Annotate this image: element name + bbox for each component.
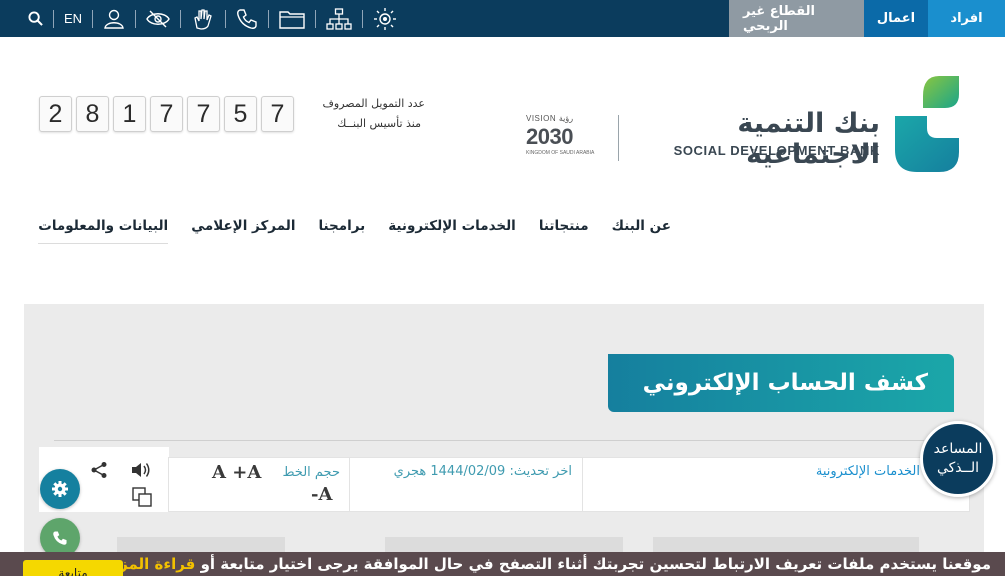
audience-segments: افراد اعمال القطاع غير الربحي <box>729 0 1005 37</box>
user-icon[interactable] <box>93 0 135 37</box>
vision-2030-logo: VISION رؤية 2030 KINGDOM OF SAUDI ARABIA <box>526 114 596 164</box>
assistant-label: الــذكي <box>936 460 980 476</box>
folder-icon[interactable] <box>269 0 315 37</box>
cookie-banner: موقعنا يستخدم ملفات تعريف الارتباط لتحسي… <box>0 552 1005 576</box>
counter-sublabel: منذ تأسيس البنــك <box>337 117 421 130</box>
sitemap-icon[interactable] <box>316 0 362 37</box>
speaker-icon[interactable] <box>130 461 152 483</box>
search-icon[interactable] <box>18 0 53 37</box>
nav-data-information[interactable]: البيانات والمعلومات <box>38 218 169 244</box>
bank-logo[interactable] <box>893 76 961 172</box>
phone-icon <box>53 531 67 545</box>
phone-icon[interactable] <box>226 0 268 37</box>
nav-media-center[interactable]: المركز الإعلامي <box>191 218 295 244</box>
divider <box>582 457 583 512</box>
vision-top-label: VISION رؤية <box>526 114 574 123</box>
vision-year: 2030 <box>526 124 573 149</box>
bank-name-english: SOCIAL DEVELOPMENT BANK <box>673 143 880 158</box>
cookie-message: موقعنا يستخدم ملفات تعريف الارتباط لتحسي… <box>105 555 991 573</box>
font-decrease-button[interactable]: -A <box>311 484 332 505</box>
breadcrumb[interactable]: الخدمات الإلكترونية <box>760 464 920 479</box>
assistant-label: المساعد <box>933 441 983 457</box>
share-icon[interactable] <box>90 461 108 483</box>
counter-digit: 8 <box>76 96 109 132</box>
language-label: EN <box>64 11 83 26</box>
vision-bottom-label: KINGDOM OF SAUDI ARABIA <box>526 150 595 156</box>
cookie-continue-button[interactable]: متابعة <box>23 560 123 576</box>
counter-digit: 7 <box>261 96 294 132</box>
divider <box>168 457 169 512</box>
font-increase-button[interactable]: A +A <box>212 462 261 483</box>
segment-individuals[interactable]: افراد <box>928 0 1005 37</box>
counter-digit: 7 <box>150 96 183 132</box>
counter-digit: 7 <box>187 96 220 132</box>
counter-label: عدد التمويل المصروف <box>322 97 425 110</box>
language-switch[interactable]: EN <box>54 0 92 37</box>
sun-icon[interactable] <box>363 0 407 37</box>
main-nav: عن البنك منتجاتنا الخدمات الإلكترونية بر… <box>38 218 671 244</box>
top-tools: EN <box>18 0 407 37</box>
segment-nonprofit[interactable]: القطاع غير الربحي <box>729 0 864 37</box>
smart-assistant-button[interactable]: المساعد الــذكي <box>920 421 996 497</box>
nav-e-services[interactable]: الخدمات الإلكترونية <box>388 218 516 244</box>
nav-programs[interactable]: برامجنا <box>318 218 365 244</box>
top-bar: افراد اعمال القطاع غير الربحي EN <box>0 0 1005 37</box>
logo-divider <box>618 115 619 161</box>
nav-products[interactable]: منتجاتنا <box>539 218 589 244</box>
page-title: كشف الحساب الإلكتروني <box>608 354 954 412</box>
copy-icon[interactable] <box>132 487 154 511</box>
eye-slash-icon[interactable] <box>136 0 180 37</box>
gear-icon <box>52 481 68 497</box>
segment-business[interactable]: اعمال <box>864 0 928 37</box>
divider <box>54 440 924 441</box>
sign-language-icon[interactable] <box>181 0 225 37</box>
counter-digit: 2 <box>39 96 72 132</box>
financing-counter: 2 8 1 7 7 5 7 <box>39 96 298 132</box>
divider <box>349 457 350 512</box>
font-size-label: حجم الخط <box>282 465 340 480</box>
bank-name-arabic: بنك التنمية الاجتماعية <box>737 108 881 170</box>
nav-about[interactable]: عن البنك <box>612 218 671 244</box>
counter-digit: 1 <box>113 96 146 132</box>
counter-digit: 5 <box>224 96 257 132</box>
last-updated: اخر تحديث: 1444/02/09 هجري <box>393 464 572 479</box>
settings-button[interactable] <box>40 469 80 509</box>
cookie-text: موقعنا يستخدم ملفات تعريف الارتباط لتحسي… <box>200 555 991 573</box>
